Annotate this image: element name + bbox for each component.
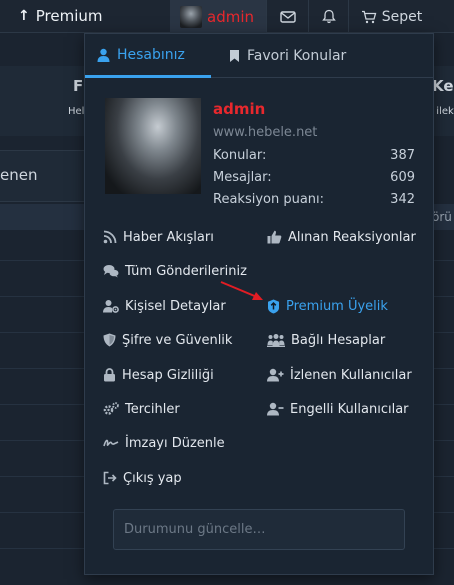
menu-label: Hesap Gizliliği [122, 367, 214, 383]
menu-label: Kişisel Detaylar [125, 298, 226, 314]
annotation-arrow-icon [220, 281, 263, 300]
sign-out-icon [103, 471, 117, 485]
status-update-input[interactable] [113, 509, 405, 550]
menu-password-security[interactable]: Şifre ve Güvenlik [103, 329, 232, 351]
profile-avatar[interactable] [105, 98, 201, 194]
stat-label: Konular: [213, 148, 267, 163]
cart-button[interactable]: Sepet [348, 0, 434, 33]
users-icon [267, 334, 285, 347]
top-navbar: ↑ Premium admin Sepet [0, 0, 454, 33]
tab-favorite-threads-label: Favori Konular [247, 48, 347, 64]
menu-connected-accounts[interactable]: Bağlı Hesaplar [267, 329, 385, 351]
user-minus-icon [267, 402, 284, 416]
comments-icon [103, 265, 119, 278]
tab-account[interactable]: Hesabınız [85, 34, 211, 78]
stat-label: Mesajlar: [213, 170, 272, 185]
lock-icon [104, 368, 115, 382]
background-text: Ker [432, 77, 454, 95]
menu-account-privacy[interactable]: Hesap Gizliliği [103, 364, 214, 386]
menu-personal-details[interactable]: Kişisel Detaylar [103, 295, 226, 317]
menu-all-posts[interactable]: Tüm Gönderileriniz [103, 260, 247, 282]
menu-label: Çıkış yap [123, 470, 182, 486]
bell-icon [321, 9, 336, 24]
bookmark-icon [230, 50, 239, 62]
stat-value: 387 [390, 148, 415, 163]
menu-log-out[interactable]: Çıkış yap [103, 467, 182, 489]
stat-threads: Konular: 387 [213, 148, 415, 163]
nav-username: admin [207, 7, 254, 26]
menu-label: Alınan Reaksiyonlar [288, 229, 416, 245]
account-dropdown: Hesabınız Favori Konular admin www.hebel… [84, 33, 434, 575]
cogs-icon [103, 402, 119, 415]
rss-icon [103, 230, 117, 244]
stat-reaction-score: Reaksiyon puanı: 342 [213, 192, 415, 207]
tab-favorite-threads[interactable]: Favori Konular [211, 34, 431, 78]
stat-value: 609 [390, 170, 415, 185]
stat-label: Reaksiyon puanı: [213, 192, 325, 207]
profile-username[interactable]: admin [213, 100, 265, 118]
menu-preferences[interactable]: Tercihler [103, 398, 180, 420]
shield-icon [103, 333, 116, 347]
menu-label: İzlenen Kullanıcılar [290, 367, 412, 383]
thumbs-up-icon [267, 230, 282, 244]
background-text: Hel [68, 106, 85, 117]
user-cog-icon [103, 300, 119, 313]
background-text: enen [0, 166, 38, 184]
stat-messages: Mesajlar: 609 [213, 170, 415, 185]
stat-value: 342 [390, 192, 415, 207]
account-tabs: Hesabınız Favori Konular [85, 34, 433, 78]
user-icon [97, 48, 110, 62]
profile-website: www.hebele.net [213, 125, 318, 140]
menu-ignored-users[interactable]: Engelli Kullanıcılar [267, 398, 409, 420]
inbox-button[interactable] [266, 0, 308, 33]
menu-premium-membership[interactable]: Premium Üyelik [267, 295, 388, 317]
background-text: örü [432, 210, 452, 224]
signature-icon [103, 439, 119, 447]
premium-nav-link[interactable]: ↑ Premium [18, 7, 102, 25]
cart-icon [361, 10, 377, 23]
account-nav-tab[interactable]: admin [170, 0, 266, 33]
menu-label: Bağlı Hesaplar [291, 332, 386, 348]
user-plus-icon [267, 368, 284, 382]
menu-label: Haber Akışları [123, 229, 214, 245]
envelope-icon [279, 10, 296, 23]
menu-edit-signature[interactable]: İmzayı Düzenle [103, 432, 225, 454]
arrow-up-icon: ↑ [18, 8, 30, 24]
alerts-button[interactable] [308, 0, 348, 33]
menu-reactions-received[interactable]: Alınan Reaksiyonlar [267, 226, 416, 248]
menu-label: Premium Üyelik [286, 298, 388, 314]
menu-label: Şifre ve Güvenlik [122, 332, 233, 348]
menu-label: Engelli Kullanıcılar [290, 401, 409, 417]
background-text: F [73, 77, 84, 95]
menu-following[interactable]: İzlenen Kullanıcılar [267, 364, 412, 386]
premium-nav-label: Premium [35, 7, 103, 25]
menu-label: İmzayı Düzenle [125, 435, 225, 451]
menu-news-feed[interactable]: Haber Akışları [103, 226, 214, 248]
menu-label: Tüm Gönderileriniz [125, 263, 247, 279]
tab-account-label: Hesabınız [117, 46, 185, 63]
cart-label: Sepet [381, 8, 423, 25]
menu-label: Tercihler [125, 401, 180, 417]
avatar [180, 5, 202, 28]
